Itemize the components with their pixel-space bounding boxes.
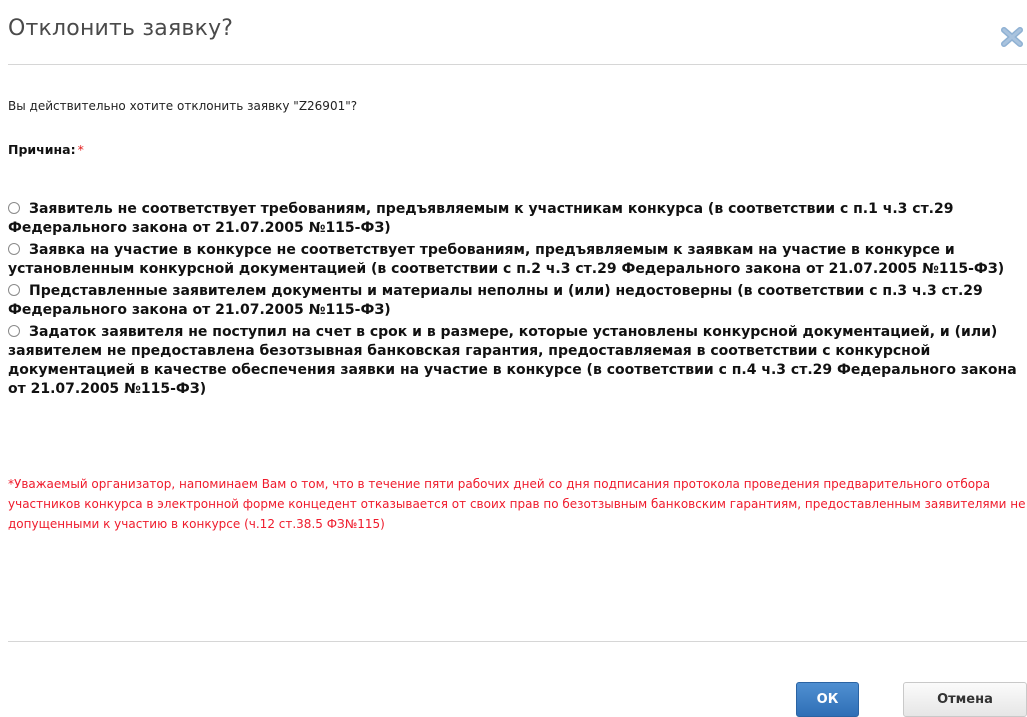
reason-label: Причина: * [8,142,84,157]
reason-option-label: Представленные заявителем документы и ма… [8,283,983,318]
dialog-title: Отклонить заявку? [8,16,234,41]
radio-button[interactable] [8,202,20,214]
radio-button[interactable] [8,284,20,296]
reason-options: Заявитель не соответствует требованиям, … [8,200,1025,402]
reason-option-3[interactable]: Представленные заявителем документы и ма… [8,282,1025,320]
reason-option-label: Заявитель не соответствует требованиям, … [8,201,954,236]
required-marker: * [77,142,84,157]
footer-divider [8,641,1027,642]
reject-application-dialog: Отклонить заявку? Вы действительно хотит… [0,0,1027,717]
header-divider [8,64,1027,65]
close-icon[interactable] [1000,26,1024,48]
reason-option-2[interactable]: Заявка на участие в конкурсе не соответс… [8,241,1025,279]
radio-button[interactable] [8,325,20,337]
confirm-question: Вы действительно хотите отклонить заявку… [8,99,358,113]
reason-label-text: Причина: [8,142,76,157]
reason-option-4[interactable]: Задаток заявителя не поступил на счет в … [8,323,1025,399]
reason-option-label: Заявка на участие в конкурсе не соответс… [8,242,1005,277]
reason-option-label: Задаток заявителя не поступил на счет в … [8,324,1017,397]
cancel-button[interactable]: Отмена [903,682,1027,717]
ok-button[interactable]: ОК [796,682,859,717]
organizer-notice: *Уважаемый организатор, напоминаем Вам о… [8,477,1026,531]
reason-option-1[interactable]: Заявитель не соответствует требованиям, … [8,200,1025,238]
radio-button[interactable] [8,243,20,255]
